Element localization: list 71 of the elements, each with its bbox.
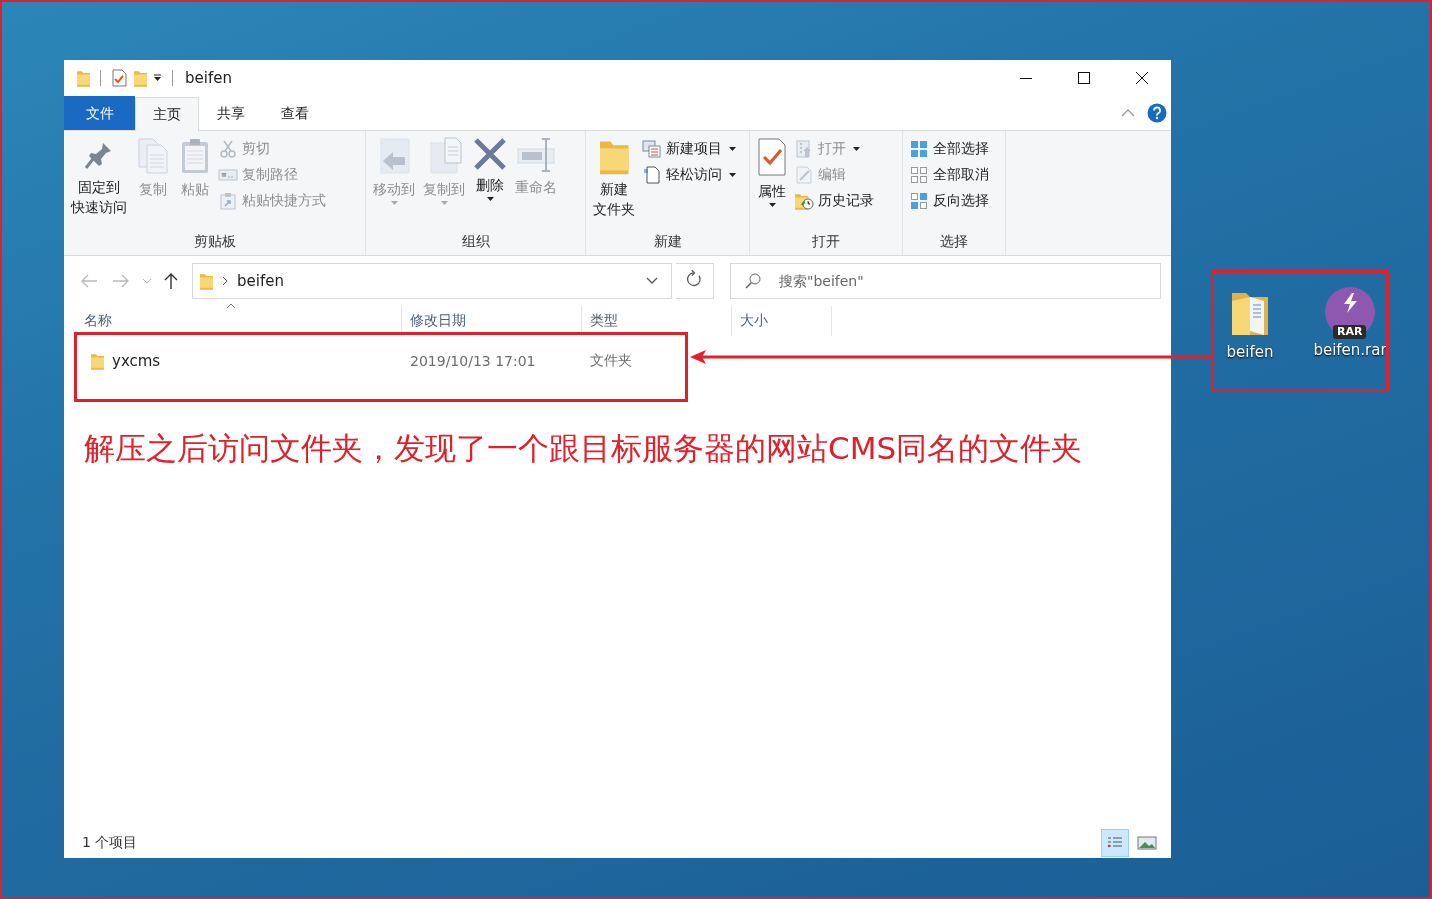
column-header[interactable]: 修改日期: [402, 306, 582, 336]
file-type-badge: RAR: [1333, 325, 1367, 339]
ribbon-button[interactable]: 反向选择: [907, 189, 991, 213]
documents-icon: [135, 137, 171, 175]
delete-icon: [473, 137, 507, 171]
new-item-icon: [642, 140, 662, 158]
modified-date: 2019/10/13 17:01: [409, 353, 537, 369]
clipboard-icon: [179, 137, 211, 175]
folder-icon: [199, 272, 213, 290]
grid-icon: [910, 140, 928, 158]
ribbon-button[interactable]: 历史记录: [792, 189, 876, 213]
window-title: beifen: [185, 69, 232, 87]
address-bar[interactable]: beifen: [192, 263, 672, 299]
chevron-down-icon[interactable]: [645, 276, 659, 286]
group-label: 打开: [811, 232, 841, 251]
search-field[interactable]: 搜索"beifen": [730, 263, 1161, 299]
collapse-icon[interactable]: [1121, 108, 1135, 118]
group-label: 新建: [652, 232, 683, 251]
breadcrumb[interactable]: beifen: [237, 272, 284, 290]
scissors-icon: [219, 140, 237, 158]
group-label: 选择: [939, 232, 969, 251]
details-view-icon[interactable]: [1101, 829, 1129, 857]
refresh-icon[interactable]: [676, 263, 714, 299]
check-page-icon[interactable]: [111, 69, 127, 87]
column-header[interactable]: 名称: [76, 306, 402, 336]
ribbon-tab[interactable]: 主页: [135, 97, 199, 131]
caret-icon: [440, 201, 448, 205]
page-icon: [643, 166, 661, 184]
ribbon-button[interactable]: 新建 文件夹: [590, 135, 638, 227]
path-icon: [218, 168, 238, 182]
ribbon-button[interactable]: 轻松访问: [640, 163, 738, 187]
caret-icon[interactable]: [153, 74, 162, 82]
file-name: yxcms: [112, 352, 161, 370]
grid-icon: [910, 192, 928, 210]
picture-icon: [1136, 833, 1158, 853]
file-type: 文件夹: [589, 352, 633, 370]
ribbon-button[interactable]: 删除: [470, 135, 510, 227]
caret-icon: [729, 173, 736, 177]
desktop-icon[interactable]: RAR beifen.rar: [1312, 287, 1388, 361]
column-header[interactable]: 大小: [732, 306, 832, 336]
ribbon-button[interactable]: 全部取消: [907, 163, 991, 187]
chevron-right-icon: [221, 275, 229, 287]
caret-icon: [486, 197, 494, 201]
caret-icon: [768, 203, 776, 207]
folder-icon: [90, 352, 104, 370]
caret-icon: [853, 147, 860, 151]
group-label: 组织: [460, 232, 491, 251]
history-icon: [794, 192, 814, 210]
ribbon-button[interactable]: 属性: [754, 135, 790, 227]
item-count: 1 个项目: [82, 834, 138, 852]
folder-icon[interactable]: [133, 69, 147, 87]
desktop-icon[interactable]: beifen: [1212, 287, 1288, 361]
shortcut-icon: [220, 192, 236, 210]
file-row[interactable]: yxcms 2019/10/13 17:01 文件夹: [76, 344, 732, 378]
check-page-icon: [757, 137, 787, 177]
ribbon-button[interactable]: 全部选择: [907, 137, 991, 161]
help-icon[interactable]: [1147, 103, 1167, 123]
caret-icon: [390, 201, 398, 205]
group-label: 剪贴板: [192, 232, 237, 251]
file-menu-button[interactable]: 文件: [64, 96, 135, 130]
folder-icon[interactable]: [76, 69, 90, 87]
caret-icon: [729, 147, 736, 151]
rename-icon: [516, 137, 556, 173]
search-icon: [744, 272, 762, 290]
column-header[interactable]: 类型: [582, 306, 732, 336]
annotation-text: 解压之后访问文件夹，发现了一个跟目标服务器的网站CMS同名的文件夹: [84, 429, 1083, 468]
ribbon-button[interactable]: 固定到 快速访问: [68, 135, 130, 227]
ribbon-button[interactable]: 新建项目: [640, 137, 738, 161]
grid-icon: [910, 166, 928, 184]
open-icon: [795, 140, 813, 158]
edit-icon: [795, 166, 813, 184]
